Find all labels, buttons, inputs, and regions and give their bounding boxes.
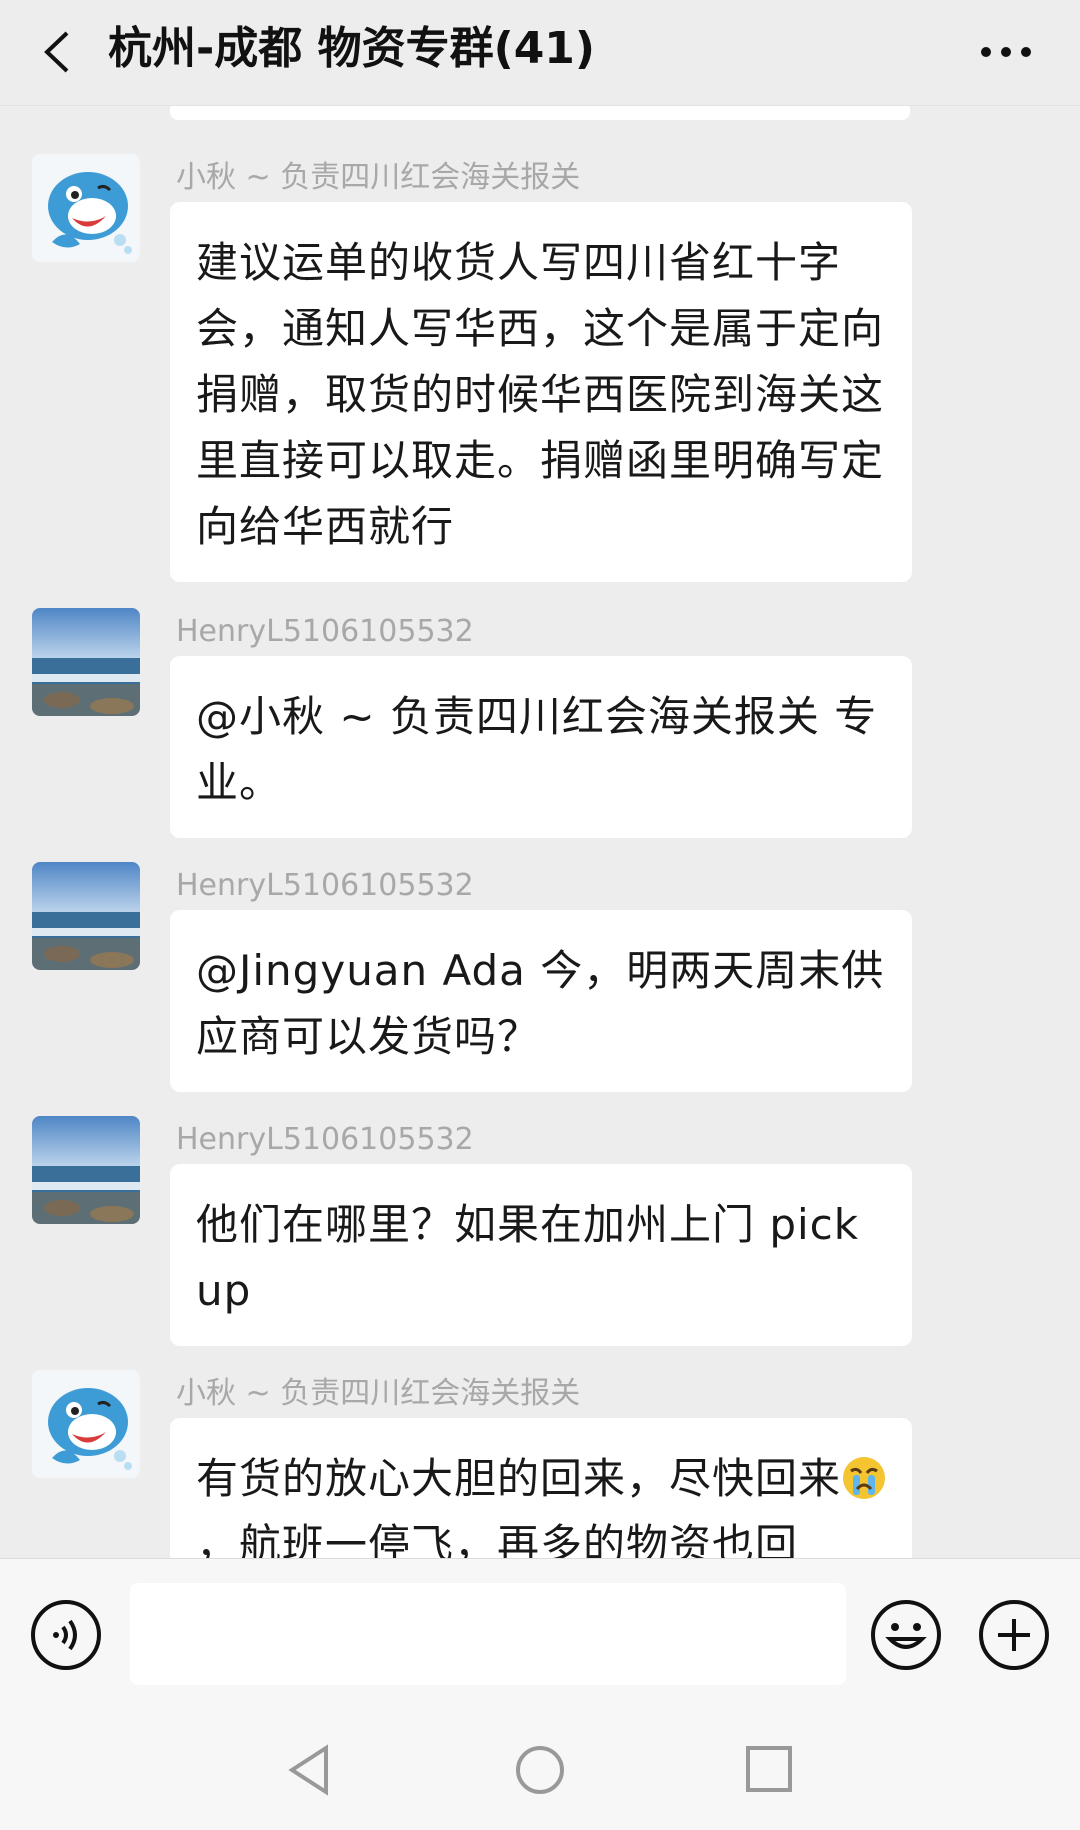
system-nav-bar — [0, 1714, 1080, 1830]
nav-back-triangle-icon[interactable] — [286, 1744, 332, 1796]
message-list[interactable]: 小秋 ~ 负责四川红会海关报关 建议运单的收货人写四川省红十字会，通知人写华西，… — [0, 106, 1080, 1558]
dolphin-avatar[interactable] — [32, 154, 140, 262]
chat-input-bar — [0, 1558, 1080, 1715]
message-input[interactable] — [130, 1583, 846, 1685]
message-text: 有货的放心大胆的回来，尽快回来 — [196, 1454, 842, 1503]
message-bubble[interactable]: @小秋 ~ 负责四川红会海关报关 专业。 — [170, 656, 912, 838]
chat-title: 杭州-成都 物资专群(41) — [108, 23, 596, 74]
chat-header: 杭州-成都 物资专群(41) — [0, 0, 1080, 105]
sender-name: HenryL5106105532 — [176, 614, 474, 649]
sender-name: 小秋 ~ 负责四川红会海关报关 — [176, 160, 581, 195]
message-bubble[interactable]: 建议运单的收货人写四川省红十字会，通知人写华西，这个是属于定向捐赠，取货的时候华… — [170, 202, 912, 582]
chevron-left-icon[interactable] — [34, 26, 78, 78]
sender-name: 小秋 ~ 负责四川红会海关报关 — [176, 1376, 581, 1411]
smiley-icon[interactable] — [870, 1599, 942, 1671]
message-bubble[interactable]: 他们在哪里？如果在加州上门 pick up — [170, 1164, 912, 1346]
more-dots-icon[interactable] — [972, 26, 1040, 78]
crying-face-emoji — [841, 1454, 887, 1500]
seascape-avatar[interactable] — [32, 608, 140, 716]
seascape-avatar[interactable] — [32, 862, 140, 970]
sender-name: HenryL5106105532 — [176, 1122, 474, 1157]
voice-icon[interactable] — [30, 1599, 102, 1671]
nav-home-circle-icon[interactable] — [514, 1744, 566, 1796]
dolphin-avatar[interactable] — [32, 1370, 140, 1478]
message-bubble[interactable]: @Jingyuan Ada 今，明两天周末供应商可以发货吗？ — [170, 910, 912, 1092]
sender-name: HenryL5106105532 — [176, 868, 474, 903]
message-bubble[interactable]: 有货的放心大胆的回来，尽快回来 ，航班一停飞，再多的物资也回 — [170, 1418, 912, 1558]
plus-circle-icon[interactable] — [978, 1599, 1050, 1671]
nav-recent-square-icon[interactable] — [744, 1744, 794, 1794]
message-text: ，航班一停飞，再多的物资也回 — [196, 1520, 799, 1558]
previous-message-bubble — [170, 106, 910, 120]
seascape-avatar[interactable] — [32, 1116, 140, 1224]
